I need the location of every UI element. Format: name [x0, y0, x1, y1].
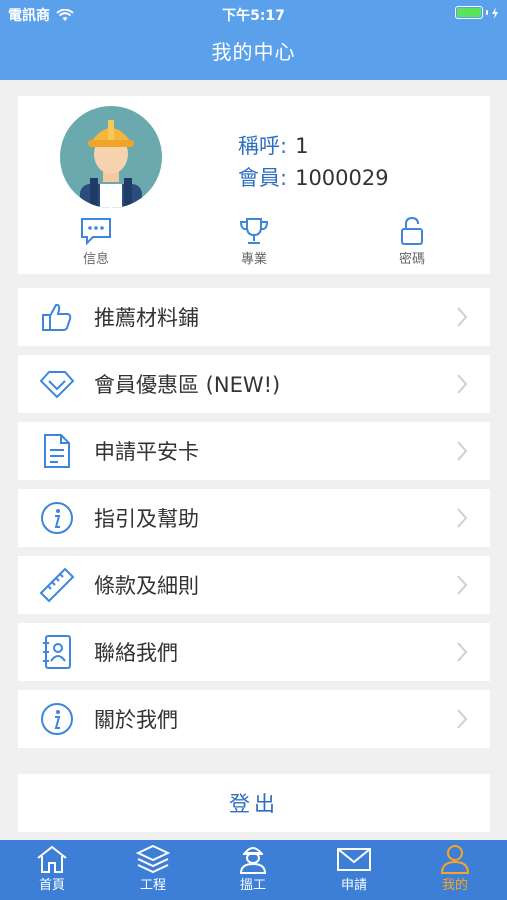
menu-item-terms[interactable]: 條款及細則 [18, 556, 490, 614]
quick-profession-button[interactable]: 專業 [214, 214, 294, 267]
profile-card: 稱呼: 1 會員: 1000029 信息 專業 密碼 [18, 96, 490, 274]
member-value: 1000029 [295, 166, 389, 190]
charging-icon [492, 6, 498, 19]
nickname-value: 1 [295, 134, 309, 158]
menu-item-guide-help[interactable]: 指引及幫助 [18, 489, 490, 547]
chevron-right-icon [457, 642, 468, 662]
tab-mine[interactable]: 我的 [415, 844, 495, 893]
diamond-icon [38, 365, 76, 403]
quick-messages-button[interactable]: 信息 [56, 214, 136, 267]
menu-item-recommended-stores[interactable]: 推薦材料鋪 [18, 288, 490, 346]
tab-home-label: 首頁 [38, 878, 65, 893]
ruler-icon [38, 566, 76, 604]
worker-icon [239, 847, 267, 874]
chevron-right-icon [457, 307, 468, 327]
menu-item-about-us[interactable]: 關於我們 [18, 690, 490, 748]
menu-item-apply-safety-card[interactable]: 申請平安卡 [18, 422, 490, 480]
profile-info: 稱呼: 1 會員: 1000029 [238, 130, 389, 194]
tab-find-work[interactable]: 搵工 [213, 844, 293, 893]
quick-profession-label: 專業 [240, 252, 267, 267]
tab-projects[interactable]: 工程 [113, 844, 193, 893]
menu-item-label: 推薦材料鋪 [94, 306, 199, 330]
chevron-right-icon [457, 709, 468, 729]
nickname-row: 稱呼: 1 [238, 130, 389, 162]
contacts-icon [38, 633, 76, 671]
menu-item-label: 聯絡我們 [94, 641, 178, 665]
quick-password-label: 密碼 [398, 252, 425, 267]
tab-mine-label: 我的 [441, 878, 468, 893]
tab-apply[interactable]: 申請 [314, 844, 394, 893]
unlock-icon [401, 216, 423, 245]
thumbs-up-icon [38, 298, 76, 336]
worker-avatar-icon [80, 120, 142, 208]
status-bar: 電訊商 下午5:17 [0, 0, 507, 28]
menu-item-label: 條款及細則 [94, 574, 199, 598]
chevron-right-icon [457, 575, 468, 595]
quick-messages-label: 信息 [82, 252, 109, 267]
member-label: 會員: [238, 166, 288, 190]
menu-item-label: 指引及幫助 [94, 507, 199, 531]
document-icon [38, 432, 76, 470]
chevron-right-icon [457, 508, 468, 528]
menu-item-label: 申請平安卡 [94, 440, 199, 464]
info-icon [38, 499, 76, 537]
logout-button[interactable]: 登出 [18, 774, 490, 832]
tab-projects-label: 工程 [139, 878, 166, 893]
battery-icon [455, 6, 499, 19]
tab-find-work-label: 搵工 [239, 878, 266, 893]
message-icon [81, 218, 111, 246]
tab-bar: 首頁 工程 搵工 申請 我的 [0, 840, 507, 900]
mail-icon [337, 848, 371, 871]
info-icon [38, 700, 76, 738]
home-icon [37, 845, 67, 873]
avatar[interactable] [60, 106, 162, 208]
status-time: 下午5:17 [222, 8, 285, 24]
menu-item-label: 關於我們 [94, 708, 178, 732]
top-bar: 電訊商 下午5:17 我的中心 [0, 0, 507, 80]
layers-icon [136, 844, 170, 874]
page-title: 我的中心 [211, 40, 296, 64]
tab-apply-label: 申請 [340, 878, 367, 893]
menu-item-label: 會員優惠區 (NEW!) [94, 373, 281, 397]
chevron-right-icon [457, 441, 468, 461]
chevron-right-icon [457, 374, 468, 394]
tab-home[interactable]: 首頁 [12, 844, 92, 893]
trophy-icon [239, 218, 269, 244]
quick-actions: 信息 專業 密碼 [18, 214, 490, 274]
member-row: 會員: 1000029 [238, 162, 389, 194]
quick-password-button[interactable]: 密碼 [372, 214, 452, 267]
menu-item-member-offers[interactable]: 會員優惠區 (NEW!) [18, 355, 490, 413]
nickname-label: 稱呼: [238, 134, 288, 158]
user-icon [440, 845, 470, 874]
menu-item-contact-us[interactable]: 聯絡我們 [18, 623, 490, 681]
